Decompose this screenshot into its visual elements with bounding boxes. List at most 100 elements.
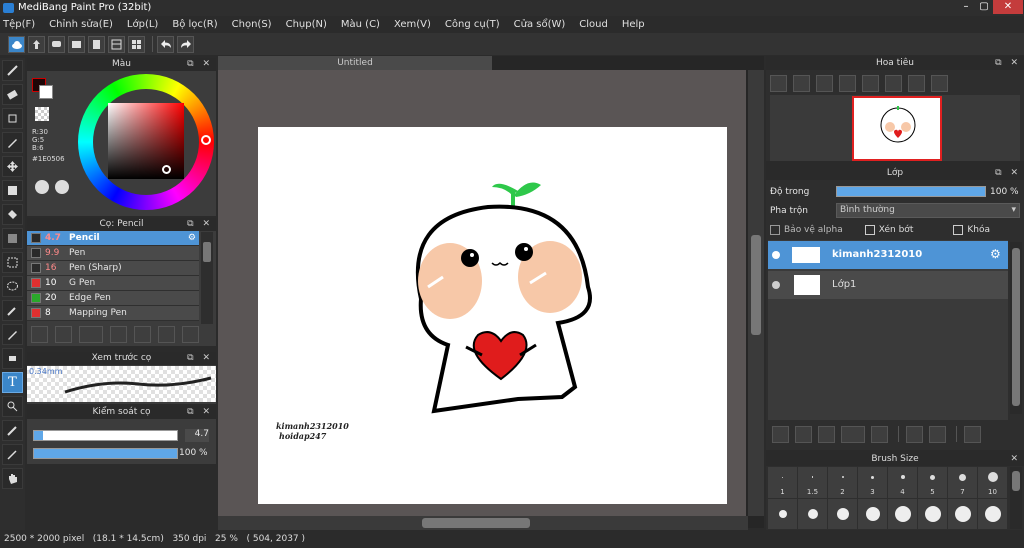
gear-icon[interactable]: ⚙ [990, 247, 1001, 261]
drawing-paper[interactable]: kimanh2312010 hoidap247 [258, 127, 727, 504]
brush-size-value[interactable]: 4.7 [185, 429, 209, 442]
menu-file[interactable]: Tệp(F) [3, 19, 35, 30]
brush-item[interactable]: 8 Mapping Pen [27, 306, 199, 321]
canvas-horizontal-scrollbar[interactable] [218, 516, 748, 530]
upload-icon[interactable] [28, 35, 45, 53]
folder-icon[interactable] [134, 326, 151, 343]
brush-size-scrollbar[interactable] [1010, 467, 1022, 529]
flip-icon[interactable] [931, 75, 948, 92]
panel-buttons[interactable]: ⧉ ✕ [187, 58, 213, 71]
eyedropper-icon[interactable] [2, 420, 23, 441]
panel-buttons[interactable]: ⧉ ✕ [187, 218, 213, 231]
palette-icon[interactable] [35, 180, 49, 194]
layer-opacity-slider[interactable] [836, 186, 986, 197]
gear-icon[interactable]: ⚙ [188, 233, 196, 243]
tiles-icon[interactable] [128, 35, 145, 53]
panel-buttons[interactable]: ✕ [1010, 453, 1021, 466]
hue-picker-handle[interactable] [201, 135, 211, 145]
sv-picker-handle[interactable] [162, 165, 171, 174]
fill-rect-tool-icon[interactable] [2, 180, 23, 201]
rotate-right-icon[interactable] [908, 75, 925, 92]
zoom-in-icon[interactable] [770, 75, 787, 92]
rotate-left-icon[interactable] [862, 75, 879, 92]
brush-item[interactable]: 4.7 Pencil ⚙ [27, 231, 199, 246]
select-pen-icon[interactable] [2, 324, 23, 345]
clipping-checkbox[interactable] [864, 225, 875, 235]
protect-alpha-checkbox[interactable] [770, 225, 780, 235]
brush-item[interactable]: 10 G Pen [27, 276, 199, 291]
fit-screen-icon[interactable] [816, 75, 833, 92]
lasso-tool-icon[interactable] [2, 276, 23, 297]
menu-tools[interactable]: Công cụ(T) [445, 19, 500, 30]
redo-icon[interactable] [177, 35, 194, 53]
canvas-vertical-scrollbar[interactable] [748, 70, 764, 516]
panel-buttons[interactable]: ⧉ ✕ [995, 57, 1021, 70]
menu-filter[interactable]: Bộ lọc(R) [172, 19, 217, 30]
magic-wand-icon[interactable] [2, 300, 23, 321]
comment-icon[interactable] [48, 35, 65, 53]
undo-icon[interactable] [157, 35, 174, 53]
operation-tool-icon[interactable] [2, 396, 23, 417]
new-1bit-layer-icon[interactable] [818, 426, 835, 443]
gradient-tool-icon[interactable] [2, 228, 23, 249]
blend-mode-select[interactable]: Bình thường ▾ [836, 203, 1020, 218]
brush-size-cell[interactable] [918, 499, 947, 529]
menu-cloud[interactable]: Cloud [579, 19, 608, 30]
message-icon[interactable] [68, 35, 85, 53]
eye-icon[interactable] [772, 251, 780, 259]
brush-size-cell[interactable] [948, 499, 977, 529]
panel-buttons[interactable]: ⧉ ✕ [187, 352, 213, 365]
reset-view-icon[interactable] [885, 75, 902, 92]
navigator-preview[interactable] [770, 95, 1020, 161]
close-window-button[interactable]: ✕ [993, 0, 1023, 14]
tab-untitled[interactable]: Untitled [218, 56, 492, 70]
brush-item[interactable]: 9.9 Pen [27, 246, 199, 261]
pipette-icon[interactable] [2, 444, 23, 465]
move-tool-icon[interactable] [2, 156, 23, 177]
zoom-in-alt-icon[interactable] [793, 75, 810, 92]
brush-tool-icon[interactable] [2, 60, 23, 81]
zoom-out-icon[interactable] [839, 75, 856, 92]
layer-menu-icon[interactable] [841, 426, 865, 443]
eraser-tool-icon[interactable] [2, 84, 23, 105]
menu-edit[interactable]: Chỉnh sửa(E) [49, 19, 113, 30]
brush-size-slider[interactable] [33, 430, 178, 441]
text-tool-icon[interactable]: T [2, 372, 23, 393]
hand-tool-icon[interactable] [2, 468, 23, 489]
menu-select[interactable]: Chọn(S) [232, 19, 272, 30]
bucket-tool-icon[interactable] [2, 204, 23, 225]
brush-menu-icon[interactable] [79, 326, 103, 343]
color-settings-icon[interactable] [55, 180, 69, 194]
select-tool-icon[interactable] [2, 252, 23, 273]
brush-size-cell[interactable] [888, 499, 917, 529]
lock-checkbox[interactable] [953, 225, 964, 235]
panel-buttons[interactable]: ⧉ ✕ [187, 406, 213, 419]
menu-view[interactable]: Xem(V) [394, 19, 431, 30]
brush-item[interactable]: 20 Edge Pen [27, 291, 199, 306]
trash-icon[interactable] [964, 426, 981, 443]
add-brush-icon[interactable] [31, 326, 48, 343]
brush-size-cell[interactable] [858, 499, 887, 529]
brush-size-cell[interactable] [828, 499, 857, 529]
brush-size-cell[interactable]: 10 [978, 467, 1007, 498]
folder-icon[interactable] [871, 426, 888, 443]
brush-copy-icon[interactable] [110, 326, 127, 343]
duplicate-layer-icon[interactable] [906, 426, 923, 443]
brush-size-cell[interactable]: 7 [948, 467, 977, 498]
document-icon[interactable] [88, 35, 105, 53]
cloud-icon[interactable] [8, 35, 25, 53]
brush-size-cell[interactable] [978, 499, 1007, 529]
transparent-swatch[interactable] [35, 107, 49, 121]
menu-snap[interactable]: Chụp(N) [286, 19, 327, 30]
eye-icon[interactable] [772, 281, 780, 289]
layer-item[interactable]: Lớp1 [768, 271, 1008, 299]
brush-size-cell[interactable]: 1 [768, 467, 797, 498]
brush-size-cell[interactable]: 5 [918, 467, 947, 498]
panel-buttons[interactable]: ⧉ ✕ [995, 167, 1021, 180]
brush-list-scrollbar[interactable] [201, 232, 213, 324]
menu-window[interactable]: Cửa sổ(W) [514, 19, 566, 30]
trash-icon[interactable] [182, 326, 199, 343]
new-layer-icon[interactable] [772, 426, 789, 443]
brush-size-cell[interactable]: 2 [828, 467, 857, 498]
brush-size-cell[interactable]: 3 [858, 467, 887, 498]
